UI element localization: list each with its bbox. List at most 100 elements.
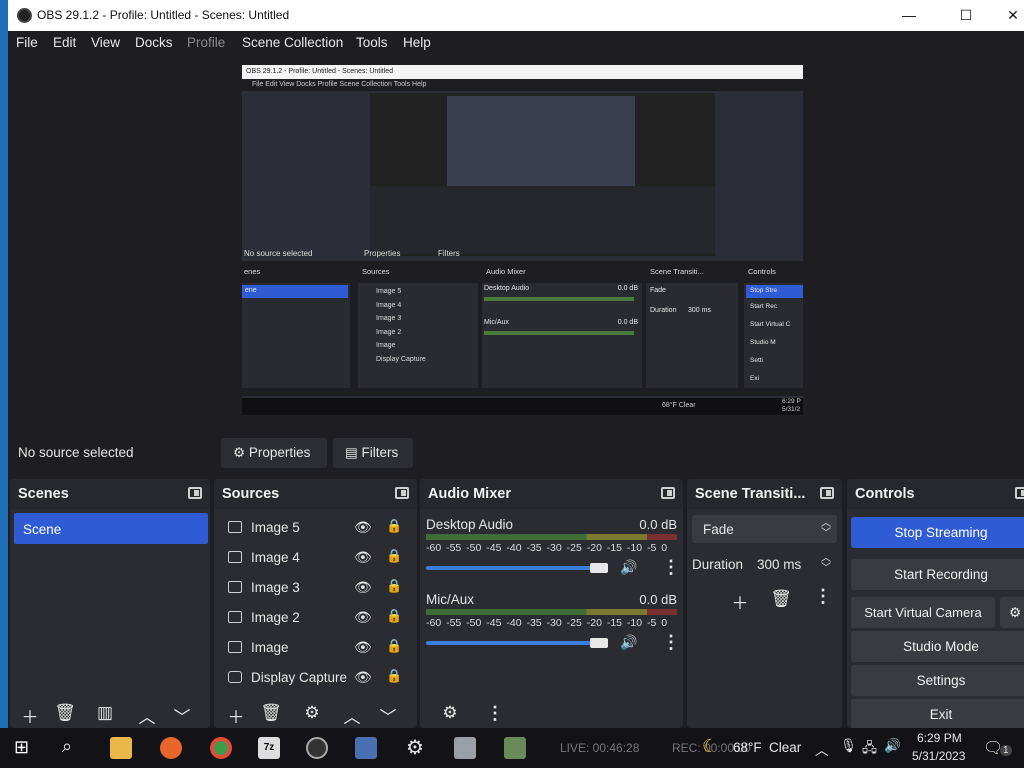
weather-moon-icon[interactable]: ☾ — [702, 736, 718, 757]
remove-scene-button[interactable]: 🗑 — [53, 703, 77, 723]
exit-button[interactable]: Exit — [851, 699, 1024, 728]
paint-icon[interactable] — [355, 737, 377, 759]
file-explorer-icon[interactable] — [110, 737, 132, 759]
add-source-button[interactable]: ＋ — [224, 703, 248, 728]
7zip-icon[interactable]: 7z — [258, 737, 280, 759]
settings-gear-icon[interactable]: ⚙ — [406, 735, 424, 760]
lock-icon[interactable]: 🔒 — [386, 608, 402, 624]
properties-button[interactable]: ⚙ Properties — [221, 438, 327, 468]
weather-desc[interactable]: Clear — [769, 740, 801, 755]
studio-mode-button[interactable]: Studio Mode — [851, 631, 1024, 662]
minimize-button[interactable]: — — [886, 0, 932, 31]
scene-item[interactable]: Scene — [14, 513, 208, 544]
visibility-icon[interactable]: 👁 — [354, 519, 372, 536]
menu-tools[interactable]: Tools — [356, 35, 388, 50]
source-item[interactable]: Image 👁 🔒 — [220, 635, 410, 661]
source-item[interactable]: Image 5 👁 🔒 — [220, 515, 410, 541]
start-recording-button[interactable]: Start Recording — [851, 559, 1024, 590]
preview-source-item: Display Capture — [376, 355, 426, 363]
visibility-icon[interactable]: 👁 — [354, 669, 372, 686]
volume-icon[interactable]: 🔊 — [884, 738, 901, 754]
filters-button[interactable]: ▤ Filters — [333, 438, 413, 468]
firefox-icon[interactable] — [160, 737, 182, 759]
visibility-icon[interactable]: 👁 — [354, 639, 372, 656]
speaker-icon[interactable]: 🔊 — [620, 634, 637, 651]
add-scene-button[interactable]: ＋ — [18, 703, 42, 728]
transition-type-select[interactable]: Fade ︿ ﹀ — [692, 515, 837, 543]
obs-logo-icon — [17, 8, 32, 23]
visibility-icon[interactable]: 👁 — [354, 549, 372, 566]
maximize-button[interactable]: ☐ — [943, 0, 989, 31]
mixer-menu-icon[interactable]: ⋮ — [486, 703, 504, 724]
menu-view[interactable]: View — [91, 35, 120, 50]
undock-icon[interactable] — [188, 487, 202, 499]
controls-title: Controls — [855, 486, 915, 502]
weather-temp[interactable]: 68°F — [733, 740, 762, 755]
tray-chevron-up-icon[interactable]: ︿ — [815, 739, 829, 759]
speaker-icon[interactable]: 🔊 — [620, 559, 637, 576]
source-item[interactable]: Image 2 👁 🔒 — [220, 605, 410, 631]
undock-icon[interactable] — [820, 487, 834, 499]
advanced-audio-settings-button[interactable]: ⚙ — [438, 703, 462, 723]
remove-transition-button[interactable]: 🗑 — [769, 589, 793, 609]
clock-time[interactable]: 6:29 PM — [917, 731, 962, 745]
source-item[interactable]: Image 3 👁 🔒 — [220, 575, 410, 601]
remove-source-button[interactable]: 🗑 — [259, 703, 283, 723]
app-icon[interactable] — [504, 737, 526, 759]
desktop-audio-volume-handle[interactable] — [590, 563, 608, 573]
microphone-icon[interactable]: 🎙 — [840, 738, 857, 754]
visibility-icon[interactable]: 👁 — [354, 579, 372, 596]
clock-date[interactable]: 5/31/2023 — [912, 749, 965, 763]
menu-edit[interactable]: Edit — [53, 35, 76, 50]
desktop-audio-volume-slider[interactable] — [426, 566, 596, 570]
scene-filters-button[interactable]: ▥ — [93, 703, 117, 723]
settings-button[interactable]: Settings — [851, 665, 1024, 696]
windows-start-icon[interactable]: ⊞ — [14, 737, 29, 758]
stop-streaming-button[interactable]: Stop Streaming — [851, 517, 1024, 548]
windows-taskbar: ⊞ ⌕ 7z ⚙ LIVE: 00:46:28 REC: 00:00:00 ☾ … — [0, 728, 1024, 768]
move-scene-up-button[interactable]: ︿ — [135, 703, 159, 728]
title-bar[interactable]: OBS 29.1.2 - Profile: Untitled - Scenes:… — [8, 0, 1024, 31]
more-options-icon[interactable]: ⋮ — [662, 557, 680, 578]
preview-source-item: Image 2 — [376, 328, 402, 336]
lock-icon[interactable]: 🔒 — [386, 578, 402, 594]
source-item[interactable]: Display Capture 👁 🔒 — [220, 665, 410, 691]
lock-icon[interactable]: 🔒 — [386, 518, 402, 534]
lock-icon[interactable]: 🔒 — [386, 548, 402, 564]
menu-docks[interactable]: Docks — [135, 35, 173, 50]
mic-aux-volume-slider[interactable] — [426, 641, 596, 645]
menu-file[interactable]: File — [16, 35, 38, 50]
move-source-down-button[interactable]: ﹀ — [376, 703, 400, 728]
menu-profile[interactable]: Profile — [187, 35, 225, 50]
add-transition-button[interactable]: ＋ — [728, 589, 752, 614]
source-properties-button[interactable]: ⚙ — [300, 703, 324, 723]
move-source-up-button[interactable]: ︿ — [340, 703, 364, 728]
obs-taskbar-icon[interactable] — [306, 737, 328, 759]
preview-source-item: Image 4 — [376, 301, 402, 309]
visibility-icon[interactable]: 👁 — [354, 609, 372, 626]
network-app-icon[interactable] — [454, 737, 476, 759]
menu-scene-collection[interactable]: Scene Collection — [242, 35, 343, 50]
lock-icon[interactable]: 🔒 — [386, 638, 402, 654]
menu-help[interactable]: Help — [403, 35, 431, 50]
start-virtual-camera-button[interactable]: Start Virtual Camera — [851, 597, 995, 628]
network-icon[interactable]: 🖧 — [862, 738, 877, 761]
lock-icon[interactable]: 🔒 — [386, 668, 402, 684]
transition-menu-icon[interactable]: ⋮ — [814, 586, 832, 607]
spin-arrows-icon[interactable]: ︿ ﹀ — [821, 554, 831, 574]
duration-spinbox[interactable]: 300 ms ︿ ﹀ — [751, 551, 837, 579]
search-icon[interactable]: ⌕ — [62, 736, 72, 757]
filter-icon: ▤ — [345, 445, 358, 460]
mic-aux-volume-handle[interactable] — [590, 638, 608, 648]
move-scene-down-button[interactable]: ﹀ — [170, 703, 194, 728]
chrome-icon[interactable] — [210, 737, 232, 759]
preview-canvas[interactable]: OBS 29.1.2 - Profile: Untitled - Scenes:… — [242, 65, 803, 415]
more-options-icon[interactable]: ⋮ — [662, 632, 680, 653]
scenes-dock: Scenes Scene ＋ 🗑 ▥ ︿ ﹀ — [10, 479, 210, 728]
close-button[interactable]: ✕ — [990, 0, 1024, 31]
undock-icon[interactable] — [395, 487, 409, 499]
source-item[interactable]: Image 4 👁 🔒 — [220, 545, 410, 571]
undock-icon[interactable] — [661, 487, 675, 499]
virtual-camera-settings-icon[interactable]: ⚙ — [1000, 597, 1024, 628]
undock-icon[interactable] — [1015, 487, 1024, 499]
